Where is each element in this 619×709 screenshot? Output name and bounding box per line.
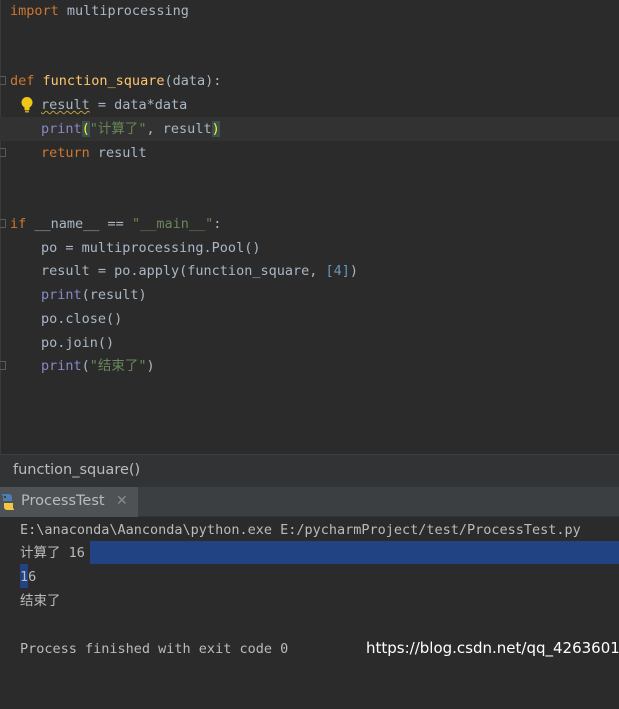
console-output-text: 16 bbox=[20, 569, 37, 585]
close-icon[interactable]: ✕ bbox=[116, 493, 128, 509]
watermark: https://blog.csdn.net/qq_42636010 bbox=[366, 639, 619, 657]
fold-marker-icon[interactable] bbox=[0, 76, 6, 85]
breadcrumb[interactable]: function_square() bbox=[0, 454, 619, 487]
breadcrumb-function[interactable]: function_square() bbox=[13, 462, 140, 478]
code-line-4[interactable]: def function_square(data): bbox=[0, 69, 619, 93]
console-output-text: 计算了 16 bbox=[20, 545, 85, 561]
lightbulb-icon[interactable] bbox=[20, 96, 34, 114]
tab-label: ProcessTest bbox=[21, 493, 105, 509]
code-text: ) bbox=[349, 263, 359, 279]
code-text: , result bbox=[146, 121, 212, 137]
code-line-5[interactable]: result = data*data bbox=[0, 93, 619, 117]
fold-marker-icon[interactable] bbox=[0, 219, 6, 228]
code-text: : bbox=[213, 216, 222, 232]
console-line: 结束了 bbox=[0, 589, 619, 613]
tab-processtest[interactable]: ProcessTest ✕ bbox=[0, 487, 138, 517]
code-line-11[interactable]: po = multiprocessing.Pool() bbox=[0, 236, 619, 260]
paren-match: ) bbox=[211, 121, 220, 137]
console-line: 计算了 16 bbox=[0, 541, 619, 565]
console-command: E:\anaconda\Aanconda\python.exe E:/pycha… bbox=[20, 522, 581, 538]
code-line-12[interactable]: result = po.apply(function_square, [4]) bbox=[0, 259, 619, 283]
console-line: E:\anaconda\Aanconda\python.exe E:/pycha… bbox=[0, 518, 619, 542]
code-text: po.close() bbox=[41, 311, 123, 327]
keyword: def bbox=[10, 73, 35, 89]
console-output-text: 结束了 bbox=[20, 593, 61, 609]
keyword: import bbox=[10, 3, 59, 19]
function-name: function_square bbox=[42, 73, 165, 89]
code-line-1[interactable]: import multiprocessing bbox=[0, 0, 619, 23]
string-literal: "计算了" bbox=[89, 121, 147, 137]
code-text: __name__ == bbox=[26, 216, 132, 232]
code-text: multiprocessing bbox=[58, 3, 189, 19]
run-panel-header: ProcessTest ✕ bbox=[0, 487, 619, 517]
code-text: ( bbox=[81, 358, 90, 374]
code-text: = data*data bbox=[89, 97, 188, 113]
code-text: (result) bbox=[81, 287, 147, 303]
code-line-13[interactable]: print(result) bbox=[0, 283, 619, 307]
console-line: 16 bbox=[0, 565, 619, 589]
builtin: print bbox=[41, 287, 82, 303]
code-text: ) bbox=[146, 358, 155, 374]
python-icon bbox=[1, 494, 15, 510]
variable-warning: result bbox=[41, 97, 90, 113]
code-line-7[interactable]: return result bbox=[0, 141, 619, 165]
code-text: result bbox=[89, 145, 147, 161]
code-line-14[interactable]: po.close() bbox=[0, 307, 619, 331]
fold-marker-icon[interactable] bbox=[0, 148, 6, 157]
code-text: (data): bbox=[164, 73, 222, 89]
keyword: return bbox=[41, 145, 90, 161]
code-text: po.join() bbox=[41, 335, 115, 351]
code-line-10[interactable]: if __name__ == "__main__": bbox=[0, 212, 619, 236]
code-text: po = multiprocessing.Pool() bbox=[41, 240, 261, 256]
code-line-16[interactable]: print("结束了") bbox=[0, 354, 619, 378]
code-editor[interactable]: import multiprocessing def function_squa… bbox=[0, 0, 619, 454]
code-line-6-current[interactable]: print("计算了", result) bbox=[0, 117, 619, 141]
fold-marker-icon[interactable] bbox=[0, 361, 6, 370]
paren-match: ( bbox=[81, 121, 90, 137]
builtin: print bbox=[41, 121, 82, 137]
code-text: result = po.apply(function_square, bbox=[41, 263, 326, 279]
string-literal: "结束了" bbox=[89, 358, 147, 374]
string-literal: "__main__" bbox=[131, 216, 214, 232]
exit-status: Process finished with exit code 0 bbox=[20, 641, 289, 657]
number-literal: [4] bbox=[325, 263, 350, 279]
builtin: print bbox=[41, 358, 82, 374]
code-line-15[interactable]: po.join() bbox=[0, 331, 619, 355]
keyword: if bbox=[10, 216, 27, 232]
